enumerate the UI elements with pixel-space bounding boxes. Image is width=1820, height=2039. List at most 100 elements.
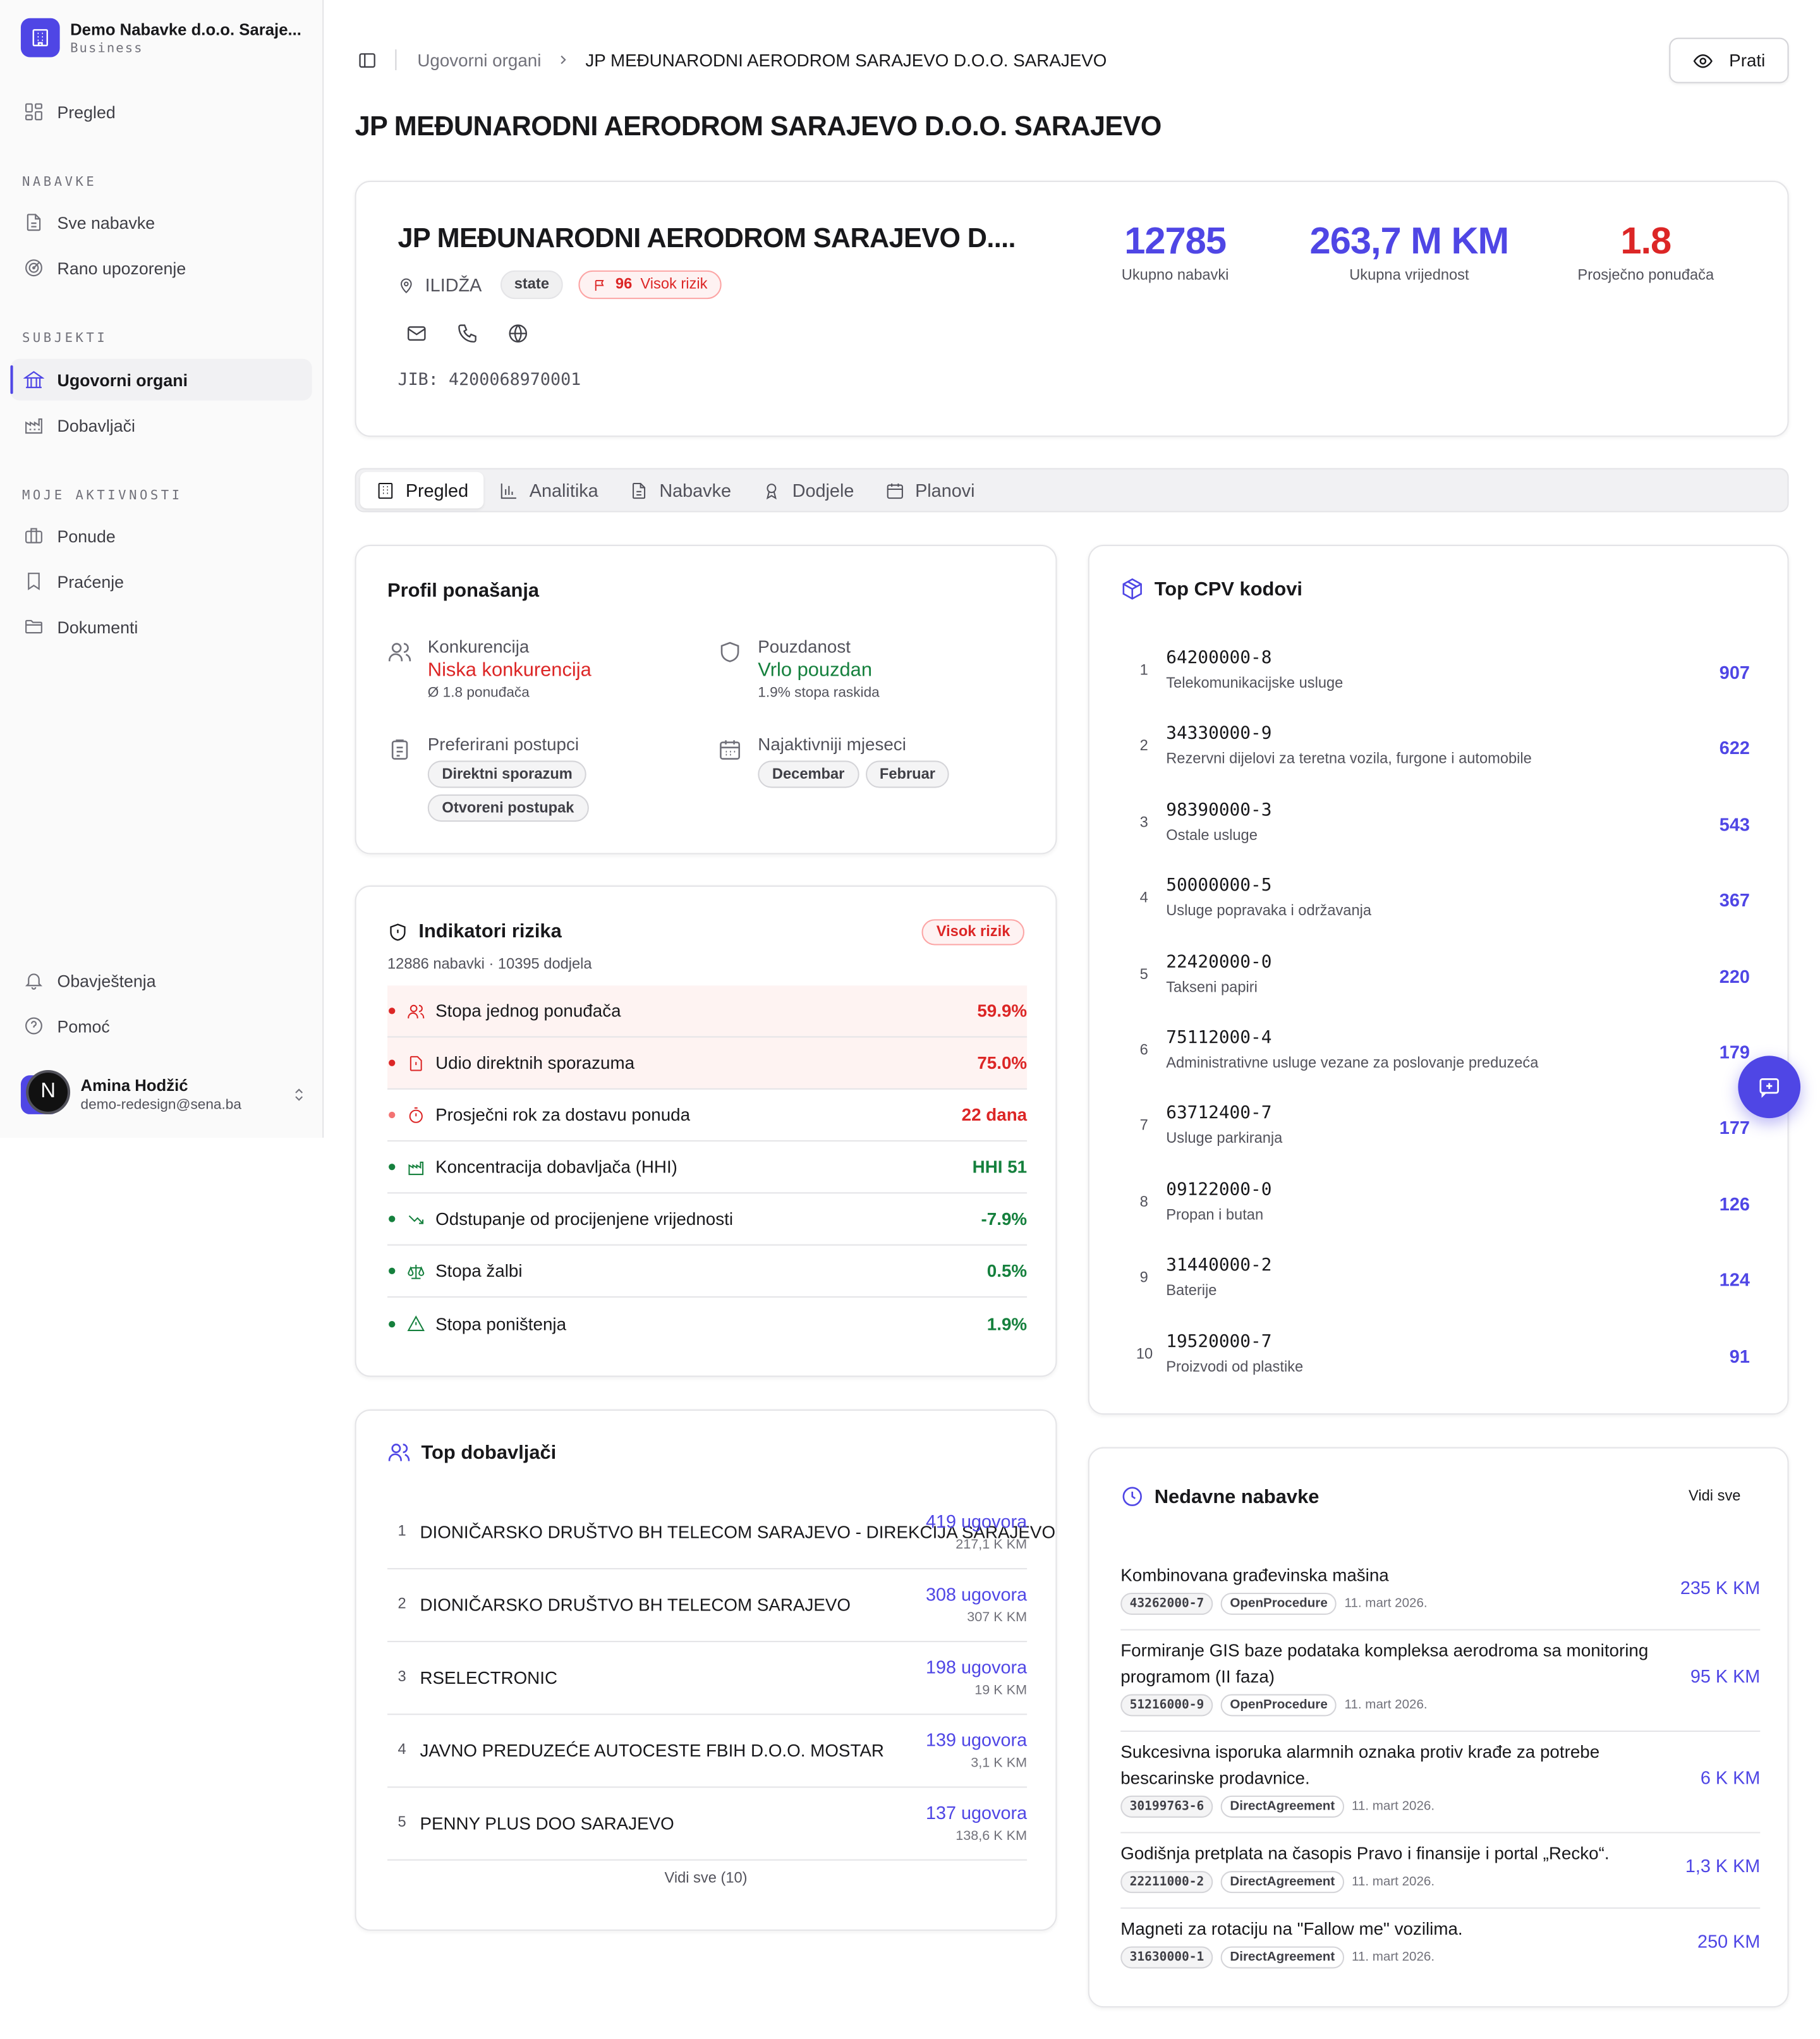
procurement-amount: 6 K KM [1700, 1767, 1761, 1788]
cpv-description: Usluge parkiranja [1166, 1131, 1283, 1148]
procedure-chip: DirectAgreement [1221, 1795, 1344, 1818]
message-plus-icon [1759, 1078, 1779, 1098]
card-title: Top CPV kodovi [1154, 578, 1303, 600]
month-tag: Decembar [758, 760, 859, 788]
supplier-value: 138,6 K KM [956, 1828, 1028, 1844]
phone-icon[interactable] [456, 322, 478, 344]
section-moje-aktivnosti: MOJE AKTIVNOSTI [21, 489, 183, 504]
breadcrumb-parent[interactable]: Ugovorni organi [417, 50, 541, 70]
users-icon [388, 643, 411, 662]
sidebar-item-label: Rano upozorenje [57, 258, 186, 278]
factory-icon [25, 418, 42, 434]
supplier-row[interactable]: 1 DIONIČARSKO DRUŠTVO BH TELECOM SARAJEV… [387, 1497, 1055, 1569]
cpv-chip: 51216000-9 [1120, 1694, 1213, 1717]
cpv-description: Baterije [1166, 1283, 1217, 1299]
eye-icon [1693, 53, 1713, 68]
tab-pregled[interactable]: Pregled [360, 472, 484, 509]
tab-analitika[interactable]: Analitika [484, 472, 614, 509]
package-icon [1122, 578, 1142, 600]
sidebar-item-label: Praćenje [57, 571, 124, 591]
clipboard-icon [391, 739, 408, 760]
behavior-label: Konkurencija [427, 636, 530, 657]
sidebar-item-pracenje[interactable]: Praćenje [10, 561, 312, 602]
sidebar-item-ponude[interactable]: Ponude [10, 515, 312, 557]
cpv-row[interactable]: 1 64200000-8 Telekomunikacijske usluge 907 [1120, 630, 1750, 705]
cpv-code: 34330000-9 [1166, 723, 1272, 745]
user-name: Amina Hodžić [80, 1076, 188, 1095]
sidebar-item-label: Dokumenti [57, 617, 138, 636]
supplier-name: RSELECTRONIC [420, 1668, 558, 1688]
cpv-count: 543 [1719, 813, 1750, 835]
sidebar-item-dobavljaci[interactable]: Dobavljači [10, 405, 312, 446]
sidebar-item-label: Ponude [57, 526, 116, 545]
sidebar-item-obavjestenja[interactable]: Obavještenja [10, 959, 312, 1001]
chevron-right-icon [557, 53, 570, 66]
cpv-row[interactable]: 7 63712400-7 Usluge parkiranja 177 [1120, 1085, 1750, 1160]
cpv-code: 31440000-2 [1166, 1255, 1272, 1276]
cpv-row[interactable]: 2 34330000-9 Rezervni dijelovi za teretna … [1120, 705, 1750, 781]
sidebar-item-pregled[interactable]: Pregled [10, 91, 312, 133]
cpv-row[interactable]: 4 50000000-5 Usluge popravaka i održavanja… [1120, 857, 1750, 932]
procurement-amount: 235 K KM [1680, 1577, 1761, 1598]
behavior-label: Preferirani postupci [427, 734, 579, 755]
risk-label: Stopa jednog ponuđača [435, 1001, 621, 1021]
follow-button[interactable]: Prati [1669, 37, 1789, 83]
tab-planovi[interactable]: Planovi [870, 472, 990, 509]
org-switcher[interactable]: Demo Nabavke d.o.o. Saraje... Business [20, 18, 301, 58]
follow-label: Prati [1729, 51, 1766, 71]
globe-icon[interactable] [507, 322, 529, 344]
sidebar-item-ugovorni-organi[interactable]: Ugovorni organi [10, 358, 312, 401]
entity-summary-card: JP MEĐUNARODNI AERODROM SARAJEVO D.... I… [355, 180, 1789, 437]
cpv-row[interactable]: 9 31440000-2 Baterije 124 [1120, 1237, 1750, 1312]
user-menu[interactable]: N Amina Hodžić demo-redesign@sena.ba [20, 1069, 307, 1121]
sidebar-toggle-icon[interactable] [358, 50, 377, 70]
supplier-contracts: 139 ugovora [925, 1729, 1028, 1750]
tab-label: Analitika [529, 480, 598, 501]
recent-procurement-row[interactable]: Sukcesivna isporuka alarmnih oznaka prot… [1120, 1732, 1761, 1834]
kpi-total-procurements: 12785 Ukupno nabavki [1097, 221, 1253, 284]
supplier-row[interactable]: 2 DIONIČARSKO DRUŠTVO BH TELECOM SARAJEV… [387, 1569, 1028, 1643]
landmark-icon [23, 370, 44, 389]
recent-procurement-row[interactable]: Formiranje GIS baze podataka kompleksa a… [1120, 1631, 1761, 1732]
cpv-row[interactable]: 8 09122000-0 Propan i butan 126 [1120, 1161, 1750, 1236]
recent-procurement-row[interactable]: Kombinovana građevinska mašina 43262000-7… [1120, 1555, 1761, 1631]
supplier-rank: 4 [397, 1742, 406, 1758]
supplier-row[interactable]: 5 PENNY PLUS DOO SARAJEVO 137 ugovora 13… [387, 1788, 1028, 1861]
tab-dodjele[interactable]: Dodjele [747, 472, 870, 509]
feedback-button[interactable] [1738, 1056, 1801, 1119]
suppliers-see-all-link[interactable]: Vidi sve (10) [356, 1871, 1056, 1887]
scale-icon [408, 1264, 425, 1279]
tab-nabavke[interactable]: Nabavke [614, 472, 746, 509]
sidebar-item-dokumenti[interactable]: Dokumenti [10, 606, 312, 648]
cpv-row[interactable]: 3 98390000-3 Ostale usluge 543 [1120, 781, 1750, 856]
supplier-row[interactable]: 4 JAVNO PREDUZEĆE AUTOCESTE FBIH D.O.O. … [387, 1715, 1028, 1788]
risk-label: Visok rizik [640, 277, 708, 293]
tab-label: Planovi [915, 480, 975, 501]
cpv-row[interactable]: 6 75112000-4 Administrativne usluge vezane… [1120, 1009, 1750, 1084]
behavior-value: Niska konkurencija [427, 659, 592, 681]
risk-score-badge: 96 Visok rizik [579, 270, 722, 300]
procurement-amount: 95 K KM [1690, 1665, 1761, 1687]
cpv-code: 75112000-4 [1166, 1027, 1272, 1049]
avatar-initial: N [26, 1069, 71, 1114]
recent-procurement-row[interactable]: Magneti za rotaciju na "Fallow me" vozil… [1120, 1909, 1760, 1984]
risk-row: Koncentracija dobavljača (HHI) HHI 51 [387, 1141, 1028, 1194]
cpv-description: Ostale usluge [1166, 827, 1258, 844]
procurement-amount: 1,3 K KM [1685, 1855, 1761, 1877]
cpv-count: 124 [1719, 1269, 1750, 1291]
risk-label: Stopa poništenja [435, 1313, 567, 1334]
cpv-row[interactable]: 5 22420000-0 Takseni papiri 220 [1120, 933, 1750, 1008]
sidebar-item-pomoc[interactable]: Pomoć [10, 1005, 312, 1047]
sidebar-item-rano-upozorenje[interactable]: Rano upozorenje [10, 247, 312, 289]
cpv-count: 220 [1719, 965, 1750, 987]
cpv-row[interactable]: 10 19520000-7 Proizvodi od plastike 91 [1120, 1313, 1750, 1388]
cpv-code: 98390000-3 [1166, 799, 1272, 820]
supplier-row[interactable]: 3 RSELECTRONIC 198 ugovora 19 K KM [387, 1642, 1028, 1715]
sidebar-item-sve-nabavke[interactable]: Sve nabavke [10, 202, 312, 243]
recent-see-all-link[interactable]: Vidi sve [1689, 1488, 1740, 1504]
risk-indicators-card: Indikatori rizika Visok rizik 12886 naba… [355, 885, 1057, 1377]
risk-label: Koncentracija dobavljača (HHI) [435, 1157, 677, 1177]
cpv-code: 22420000-0 [1166, 951, 1272, 972]
mail-icon[interactable] [406, 322, 428, 344]
recent-procurement-row[interactable]: Godišnja pretplata na časopis Pravo i fi… [1120, 1834, 1761, 1909]
